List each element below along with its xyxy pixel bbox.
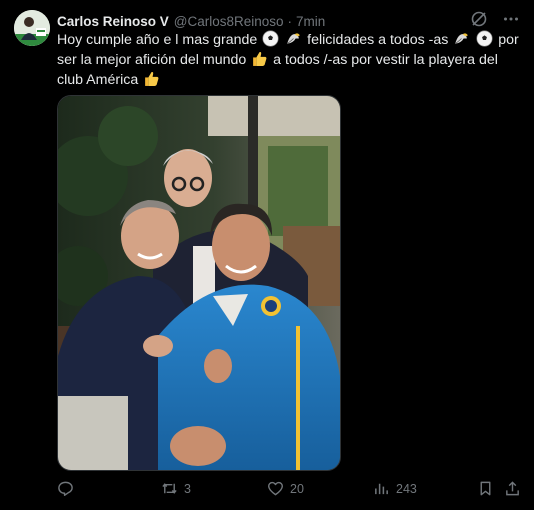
like-icon [267, 481, 284, 496]
reply-button[interactable] [57, 480, 74, 497]
more-icon[interactable] [502, 10, 520, 28]
share-button[interactable] [504, 480, 521, 497]
eagle-emoji [287, 33, 301, 45]
like-count: 20 [290, 481, 304, 496]
soccer-ball-emoji [262, 30, 279, 47]
share-icon [506, 481, 519, 496]
view-count: 243 [396, 481, 417, 496]
tweet-actions: 3 20 243 [57, 480, 523, 502]
tweet-text-part2: felicidades a todos -as [307, 32, 449, 48]
bookmark-button[interactable] [477, 480, 494, 497]
repost-icon [162, 483, 177, 494]
tweet-photo[interactable] [57, 95, 341, 471]
separator-dot: · [287, 13, 293, 29]
like-button[interactable]: 20 [267, 480, 304, 497]
repost-button[interactable]: 3 [161, 480, 191, 497]
tweet-text-part1: Hoy cumple año e l mas grande [57, 32, 258, 48]
author-name[interactable]: Carlos Reinoso V [57, 14, 169, 29]
grok-icon[interactable] [470, 10, 488, 28]
thumbs-up-emoji [253, 52, 267, 66]
tweet: Carlos Reinoso V @Carlos8Reinoso · 7min … [0, 0, 534, 510]
author-handle[interactable]: @Carlos8Reinoso [174, 14, 284, 29]
repost-count: 3 [184, 481, 191, 496]
thumbs-up-emoji [145, 72, 159, 86]
soccer-ball-emoji [476, 30, 493, 47]
views-button[interactable]: 243 [373, 480, 417, 497]
tweet-text: Hoy cumple año e l mas grande felicidade… [57, 30, 523, 90]
tweet-header: Carlos Reinoso V @Carlos8Reinoso · 7min [57, 10, 520, 30]
reply-icon [58, 481, 73, 497]
timestamp[interactable]: 7min [296, 14, 325, 29]
eagle-emoji [455, 33, 469, 45]
views-icon [375, 483, 388, 495]
bookmark-icon [480, 481, 491, 496]
avatar[interactable] [14, 10, 50, 46]
